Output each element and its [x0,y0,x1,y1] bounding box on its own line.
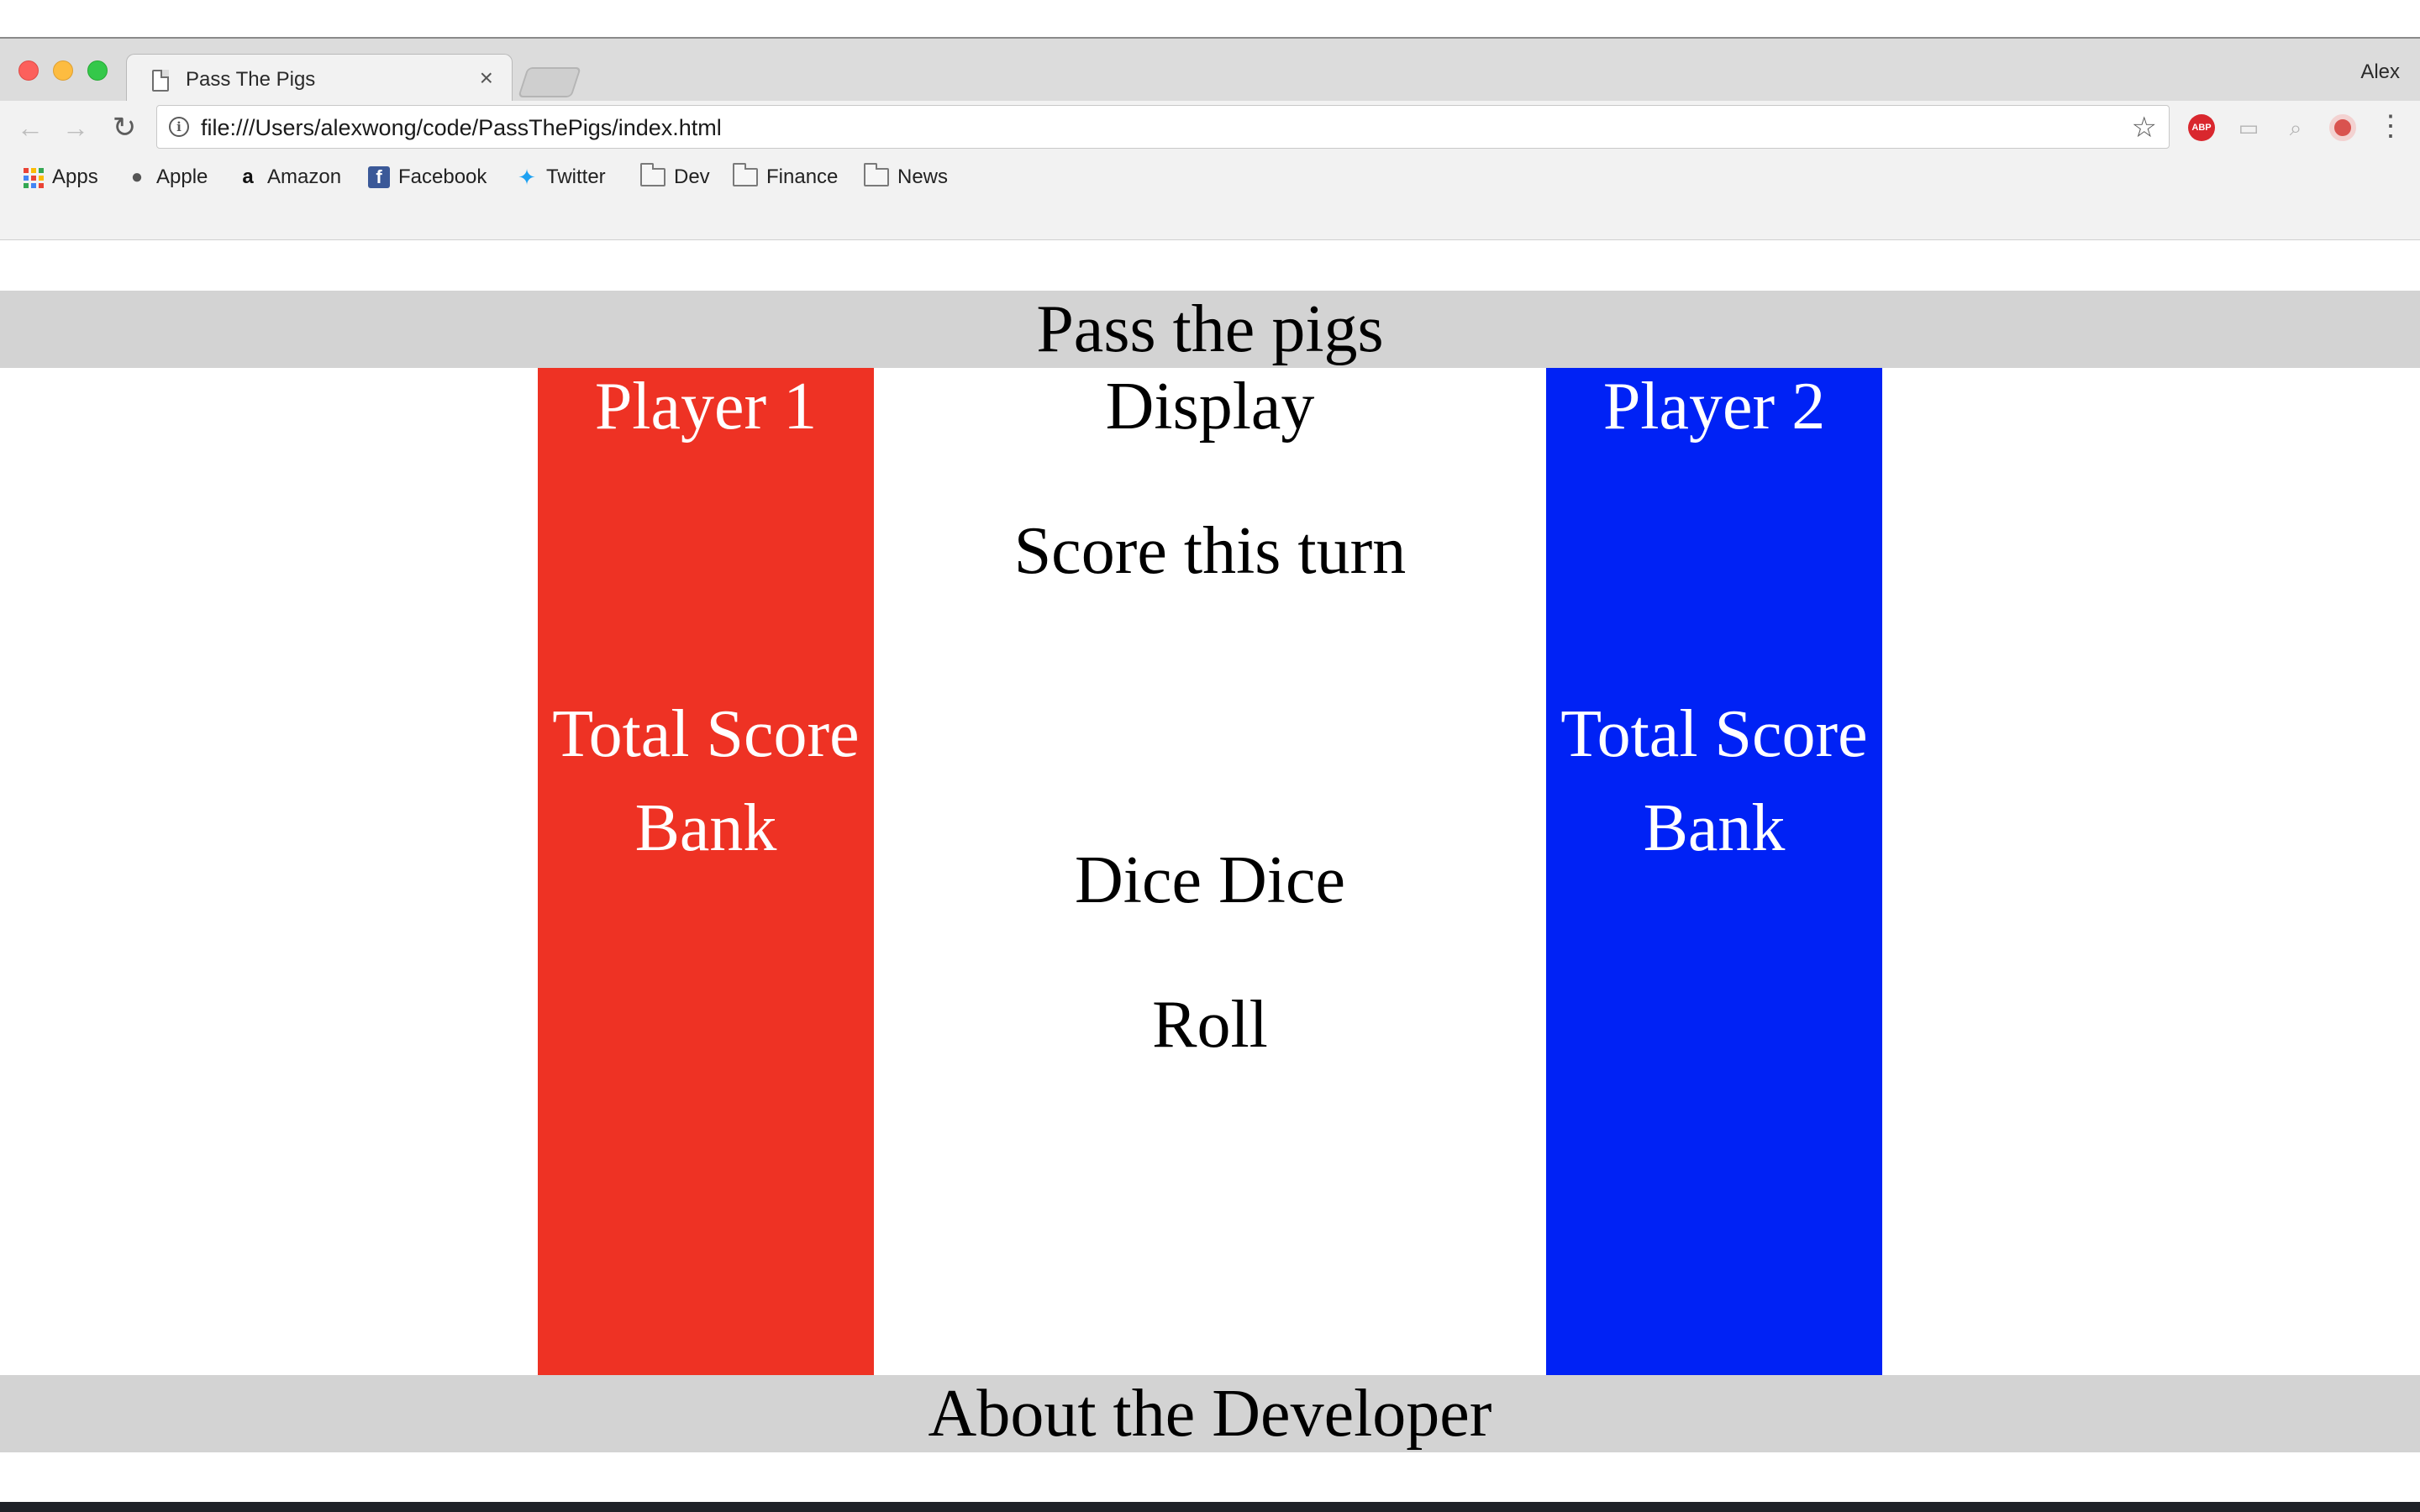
info-icon[interactable]: i [169,117,189,137]
bookmark-facebook[interactable]: f Facebook [368,165,487,190]
desktop-background [0,0,2420,37]
dice-display: Dice Dice [1074,843,1346,917]
bookmark-apple[interactable]: ● Apple [126,165,208,190]
forward-arrow-icon[interactable]: → [59,111,92,144]
bookmark-folder-news[interactable]: News [864,163,949,190]
bookmark-apps[interactable]: Apps [22,165,98,190]
player1-total-score: Total Score [552,697,860,771]
tab-pass-the-pigs[interactable]: Pass The Pigs × [126,54,513,102]
player1-panel: Player 1 Total Score Bank [538,368,874,1375]
new-tab-button[interactable] [518,67,581,97]
player2-total-score: Total Score [1560,697,1868,771]
player2-title: Player 2 [1602,370,1826,444]
bookmark-amazon[interactable]: a Amazon [237,165,341,190]
player2-bank: Bank [1643,791,1786,865]
window-close-button[interactable] [18,60,39,81]
profile-name[interactable]: Alex [2360,60,2400,84]
page-title: Pass the pigs [0,291,2420,368]
folder-icon [640,163,666,186]
bookmark-star-icon[interactable]: ☆ [2132,111,2157,144]
bookmark-folder-finance[interactable]: Finance [733,163,839,190]
bookmark-label: Twitter [546,165,606,188]
tab-title: Pass The Pigs [186,68,316,91]
about-developer-footer[interactable]: About the Developer [0,1375,2420,1452]
amazon-icon: a [242,165,254,188]
player2-panel: Player 2 Total Score Bank [1546,368,1882,1375]
roll-button[interactable]: Roll [874,986,1546,1063]
bookmark-label: Apps [52,165,98,188]
facebook-icon: f [368,166,390,188]
bookmark-label: Apple [156,165,208,188]
bookmark-label: Facebook [398,165,487,188]
browser-window: Pass The Pigs × Alex ← → ↻ i file:///Use… [0,37,2420,1504]
bookmark-label: Amazon [267,165,342,188]
reload-icon[interactable]: ↻ [108,111,141,144]
bookmark-twitter[interactable]: ✦ Twitter [516,165,606,190]
bookmark-label: Finance [766,165,839,188]
title-bar: Pass The Pigs × Alex [0,39,2420,102]
twitter-icon: ✦ [518,165,536,190]
record-extension-icon[interactable] [2329,114,2356,141]
page-content: Pass the pigs Player 1 Total Score Bank … [0,240,2420,1504]
apps-grid-icon [22,166,44,188]
window-maximize-button[interactable] [87,60,108,81]
desktop-bottom-strip [0,1502,2420,1512]
center-panel: Display Score this turn Dice Dice Roll [874,368,1546,1375]
back-arrow-icon[interactable]: ← [13,111,47,144]
folder-icon [864,163,889,186]
address-bar[interactable]: i file:///Users/alexwong/code/PassThePig… [156,105,2170,149]
bookmarks-bar: Apps ● Apple a Amazon f Facebook ✦ Twitt… [0,153,2420,240]
score-this-turn: Score this turn [1013,514,1407,588]
tab-close-icon[interactable]: × [480,65,493,92]
browser-toolbar: ← → ↻ i file:///Users/alexwong/code/Pass… [0,101,2420,153]
display-label: Display [1105,370,1315,444]
player1-title: Player 1 [594,370,818,444]
folder-icon [733,163,758,186]
search-extension-icon[interactable]: ⌕ [2282,114,2309,141]
menu-dots-icon[interactable]: ⋮ [2376,109,2405,143]
adblock-plus-icon[interactable]: ABP [2188,114,2215,141]
bookmark-label: Dev [674,165,710,188]
bookmark-label: News [897,165,949,188]
chat-extension-icon[interactable]: ▭ [2235,114,2262,141]
player1-bank: Bank [634,791,777,865]
bookmark-folder-dev[interactable]: Dev [640,163,710,190]
document-icon [152,70,169,92]
window-minimize-button[interactable] [53,60,73,81]
url-text[interactable]: file:///Users/alexwong/code/PassThePigs/… [201,115,722,141]
apple-icon: ● [130,165,144,188]
